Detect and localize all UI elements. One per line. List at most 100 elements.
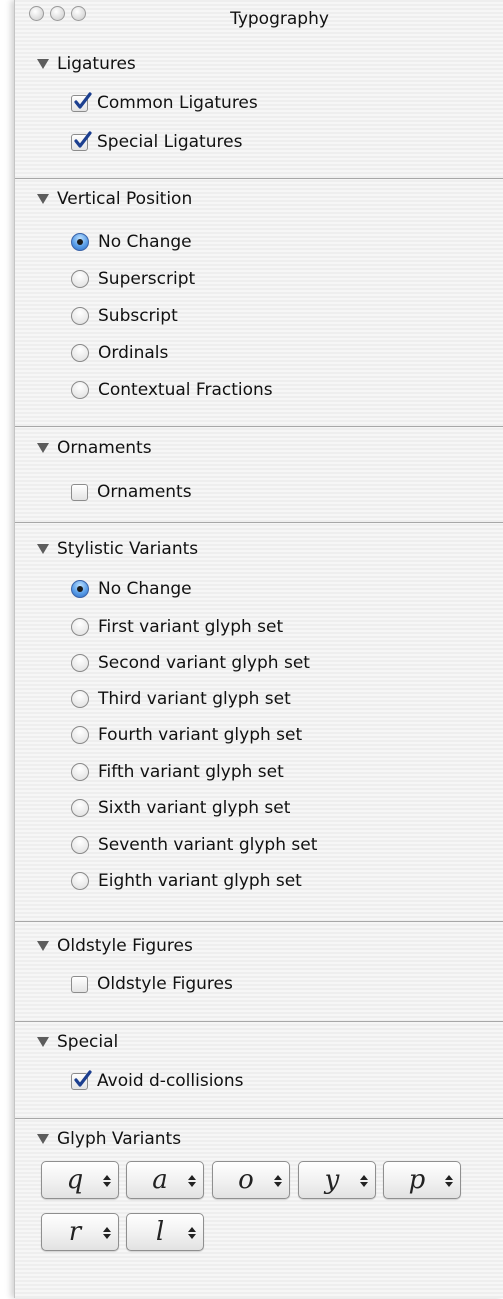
checkbox-special-ligatures[interactable]: Special Ligatures [71,130,242,154]
section-header-special[interactable]: Special [37,1030,118,1054]
radio-icon[interactable] [71,872,89,890]
radio-no-change[interactable]: No Change [71,230,192,254]
glyph-a: a [152,1165,168,1195]
popup-arrows-icon [103,1227,111,1239]
radio-selected-icon[interactable] [71,580,89,598]
popup-arrows-icon [360,1175,368,1187]
checkbox-checked-icon[interactable] [71,130,92,151]
radio-no-change[interactable]: No Change [71,577,192,601]
section-header-ligatures[interactable]: Ligatures [37,52,136,76]
disclosure-triangle-icon[interactable] [37,544,49,554]
section-title: Oldstyle Figures [57,936,193,956]
glyph-p: p [408,1165,426,1195]
radio-icon[interactable] [71,307,89,325]
radio-third-variant[interactable]: Third variant glyph set [71,687,291,711]
checkbox-ornaments[interactable]: Ornaments [71,480,192,504]
checkbox-label: Ornaments [97,482,192,502]
glyph-l: l [155,1217,165,1247]
radio-superscript[interactable]: Superscript [71,267,195,291]
radio-ordinals[interactable]: Ordinals [71,341,168,365]
radio-icon[interactable] [71,381,89,399]
glyph-y: y [324,1165,340,1195]
checkbox-label: Common Ligatures [97,93,258,113]
disclosure-triangle-icon[interactable] [37,1037,49,1047]
section-oldstyle-figures: Oldstyle Figures Oldstyle Figures [15,921,503,1022]
radio-fifth-variant[interactable]: Fifth variant glyph set [71,760,284,784]
checkbox-unchecked-icon[interactable] [71,975,88,993]
checkbox-oldstyle-figures[interactable]: Oldstyle Figures [71,972,233,996]
section-title: Vertical Position [57,189,193,209]
title-bar[interactable]: Typography [15,0,503,42]
popup-arrows-icon [188,1175,196,1187]
section-title: Ornaments [57,438,152,458]
radio-icon[interactable] [71,763,89,781]
radio-label: Contextual Fractions [98,380,273,400]
disclosure-triangle-icon[interactable] [37,941,49,951]
radio-first-variant[interactable]: First variant glyph set [71,615,283,639]
section-title: Special [57,1032,119,1052]
radio-label: Fifth variant glyph set [98,762,284,782]
checkbox-label: Oldstyle Figures [97,974,233,994]
window-title: Typography [230,9,329,29]
glyph-variant-popup-y[interactable]: y [298,1161,376,1199]
glyph-o: o [238,1165,254,1195]
section-glyph-variants: Glyph Variants q a o y p r l [15,1118,503,1299]
radio-label: No Change [98,579,192,599]
radio-icon[interactable] [71,799,89,817]
section-ligatures: Ligatures Common Ligatures Special Ligat… [15,42,503,178]
popup-arrows-icon [445,1175,453,1187]
checkbox-checked-icon[interactable] [71,1069,92,1090]
glyph-q: q [66,1165,84,1195]
section-header-ornaments[interactable]: Ornaments [37,436,152,460]
radio-label: First variant glyph set [98,617,284,637]
radio-second-variant[interactable]: Second variant glyph set [71,651,310,675]
section-header-stylistic-variants[interactable]: Stylistic Variants [37,537,198,561]
radio-seventh-variant[interactable]: Seventh variant glyph set [71,833,317,857]
popup-arrows-icon [274,1175,282,1187]
radio-fourth-variant[interactable]: Fourth variant glyph set [71,723,302,747]
section-header-glyph-variants[interactable]: Glyph Variants [37,1127,181,1151]
checkbox-avoid-d-collisions[interactable]: Avoid d-collisions [71,1069,243,1093]
radio-label: Seventh variant glyph set [98,835,318,855]
radio-icon[interactable] [71,836,89,854]
radio-icon[interactable] [71,270,89,288]
radio-icon[interactable] [71,726,89,744]
typography-panel: Typography Ligatures Common Ligatures Sp… [14,0,503,1298]
radio-label: Fourth variant glyph set [98,725,303,745]
popup-arrows-icon [103,1175,111,1187]
radio-eighth-variant[interactable]: Eighth variant glyph set [71,869,302,893]
checkbox-unchecked-icon[interactable] [71,483,88,501]
radio-sixth-variant[interactable]: Sixth variant glyph set [71,796,290,820]
section-special: Special Avoid d-collisions [15,1021,503,1119]
radio-icon[interactable] [71,654,89,672]
disclosure-triangle-icon[interactable] [37,443,49,453]
glyph-variant-popup-p[interactable]: p [383,1161,461,1199]
radio-label: Superscript [98,269,196,289]
radio-subscript[interactable]: Subscript [71,304,178,328]
checkbox-common-ligatures[interactable]: Common Ligatures [71,91,258,115]
section-title: Glyph Variants [57,1129,182,1149]
glyph-variant-popup-l[interactable]: l [126,1213,204,1251]
radio-contextual-fractions[interactable]: Contextual Fractions [71,378,273,402]
radio-selected-icon[interactable] [71,233,89,251]
section-stylistic-variants: Stylistic Variants No Change First varia… [15,522,503,922]
glyph-variant-popup-o[interactable]: o [212,1161,290,1199]
checkbox-checked-icon[interactable] [71,91,92,112]
section-header-oldstyle-figures[interactable]: Oldstyle Figures [37,934,193,958]
section-header-vertical-position[interactable]: Vertical Position [37,187,192,211]
radio-icon[interactable] [71,690,89,708]
disclosure-triangle-icon[interactable] [37,1134,49,1144]
section-title: Stylistic Variants [57,539,199,559]
radio-icon[interactable] [71,618,89,636]
radio-label: Ordinals [98,343,169,363]
glyph-variant-popup-q[interactable]: q [41,1161,119,1199]
disclosure-triangle-icon[interactable] [37,194,49,204]
checkbox-label: Special Ligatures [97,132,243,152]
radio-label: Subscript [98,306,178,326]
radio-label: Sixth variant glyph set [98,798,291,818]
radio-icon[interactable] [71,344,89,362]
radio-label: No Change [98,232,192,252]
glyph-variant-popup-a[interactable]: a [126,1161,204,1199]
glyph-variant-popup-r[interactable]: r [41,1213,119,1251]
disclosure-triangle-icon[interactable] [37,59,49,69]
